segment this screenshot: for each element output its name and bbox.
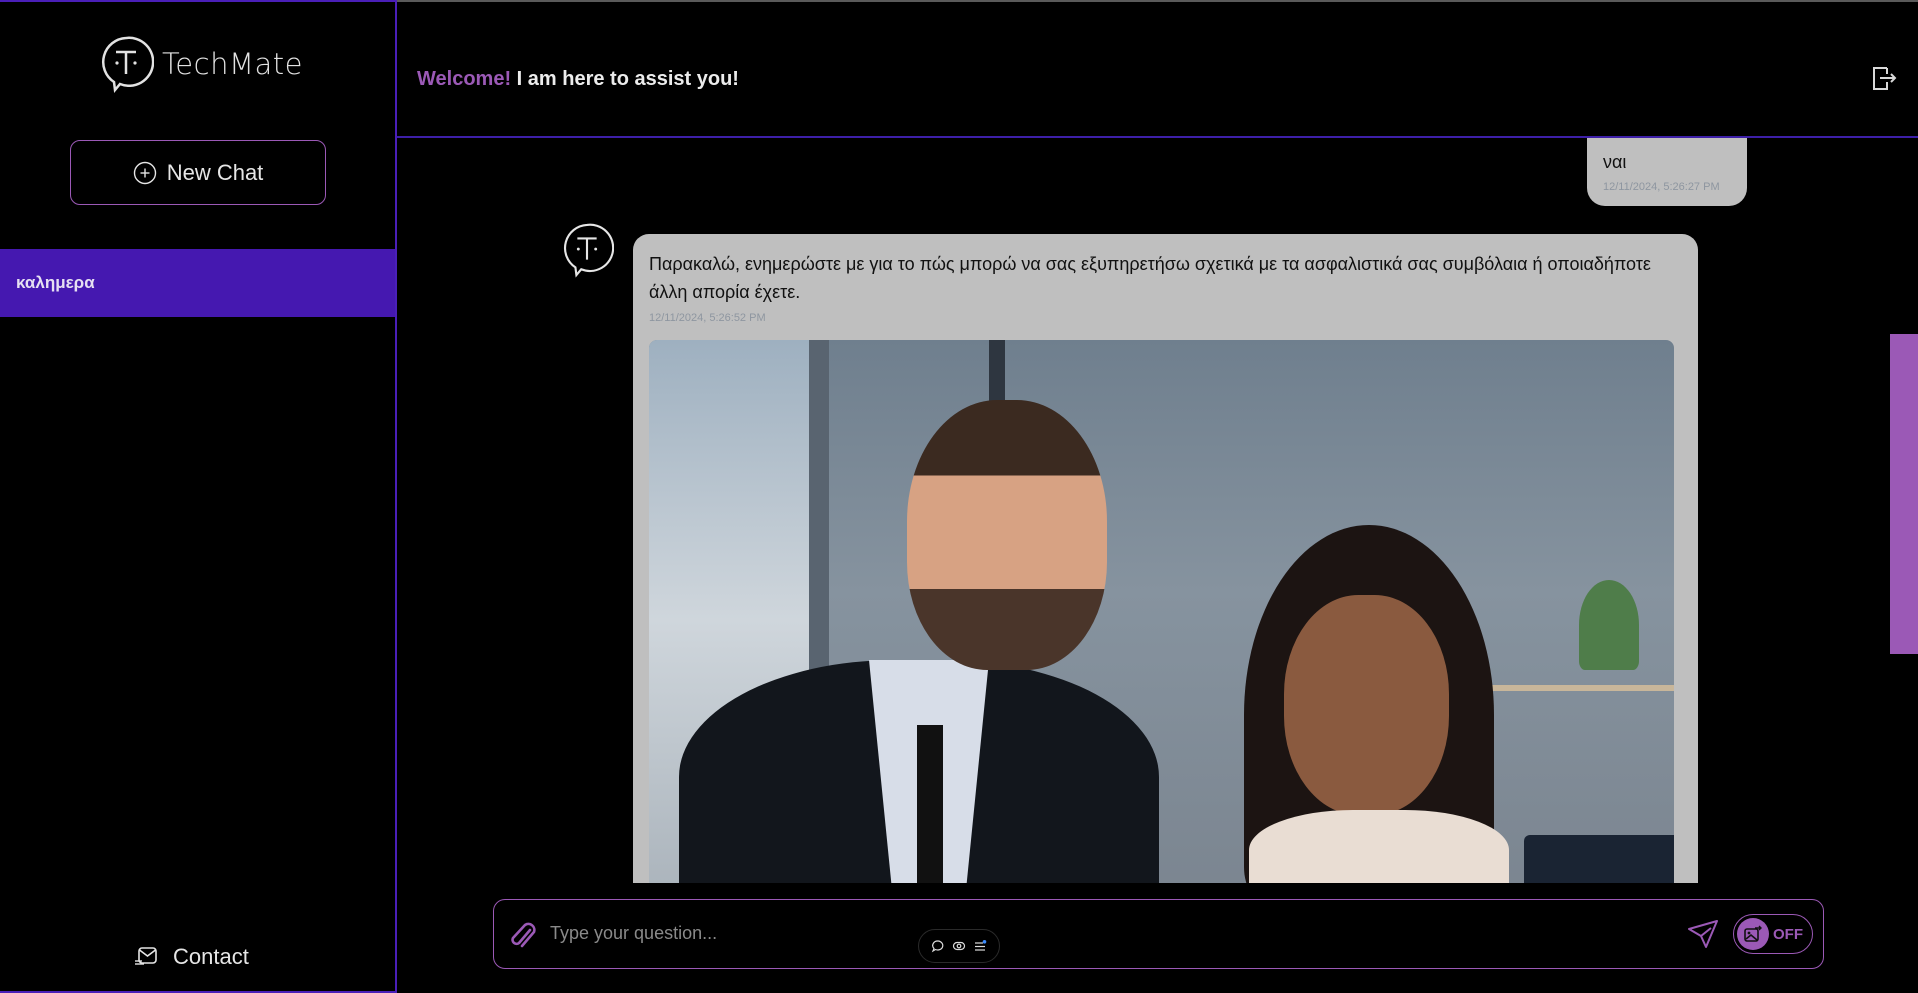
image-icon [1744, 925, 1762, 942]
message-composer: OFF [493, 899, 1824, 969]
photo-man-tie [917, 725, 943, 883]
send-button[interactable] [1686, 918, 1720, 955]
techmate-logo-icon [101, 36, 154, 94]
techmate-avatar-icon [563, 223, 615, 278]
new-chat-label: New Chat [166, 159, 264, 185]
assistant-message-text: Παρακαλώ, ενημερώστε με για το πώς μπορώ… [649, 254, 1651, 302]
question-input[interactable] [550, 916, 1650, 950]
logo-text: TechMate [162, 47, 303, 81]
logo: TechMate [98, 34, 303, 94]
new-chat-button[interactable]: New Chat [70, 140, 326, 205]
scrollbar-thumb[interactable] [1890, 334, 1918, 654]
toggle-knob [1737, 918, 1769, 950]
attach-button[interactable] [508, 920, 536, 955]
menu-lines-icon[interactable] [973, 939, 987, 953]
mail-icon [135, 947, 157, 965]
user-message: ναι 12/11/2024, 5:26:27 PM [1587, 138, 1747, 206]
header: Welcome! I am here to assist you! [397, 2, 1918, 138]
assistant-message-image[interactable] [649, 340, 1674, 883]
bot-avatar [560, 220, 615, 285]
send-icon [1688, 920, 1718, 948]
photo-monitor [1524, 835, 1674, 883]
user-message-text: ναι [1603, 152, 1627, 172]
app: TechMate New Chat καλημερα Contact Welco… [0, 0, 1918, 993]
welcome-message: Welcome! I am here to assist you! [417, 68, 739, 91]
logout-button[interactable] [1870, 64, 1898, 97]
message-list: ναι 12/11/2024, 5:26:27 PM Παρακαλώ, ενη… [397, 138, 1890, 883]
assistant-message: Παρακαλώ, ενημερώστε με για το πώς μπορώ… [633, 234, 1698, 883]
contact-label: Contact [173, 944, 249, 969]
chat-bubble-icon[interactable] [931, 939, 945, 953]
eye-icon[interactable] [952, 939, 966, 953]
toggle-label: OFF [1773, 925, 1803, 943]
photo-shelf [1474, 685, 1674, 691]
input-extension-toolbar [918, 929, 1000, 963]
photo-woman-blouse [1249, 810, 1509, 883]
photo-man-head [907, 400, 1107, 670]
contact-link[interactable]: Contact [135, 944, 249, 970]
message-timestamp: 12/11/2024, 5:26:52 PM [649, 312, 766, 324]
welcome-accent: Welcome! [417, 68, 512, 90]
sidebar: TechMate New Chat καλημερα Contact [0, 0, 397, 993]
image-generation-toggle[interactable]: OFF [1733, 914, 1813, 954]
message-timestamp: 12/11/2024, 5:26:27 PM [1603, 181, 1720, 193]
photo-woman-face [1284, 595, 1449, 815]
logout-icon [1873, 67, 1897, 90]
photo-plant [1579, 580, 1639, 670]
paperclip-icon [511, 922, 536, 948]
plus-circle-icon [133, 161, 156, 184]
welcome-text: I am here to assist you! [516, 68, 739, 90]
chat-history-list: καλημερα [0, 249, 395, 317]
chat-history-item-label: καλημερα [16, 273, 95, 292]
chat-history-item[interactable]: καλημερα [0, 249, 395, 317]
